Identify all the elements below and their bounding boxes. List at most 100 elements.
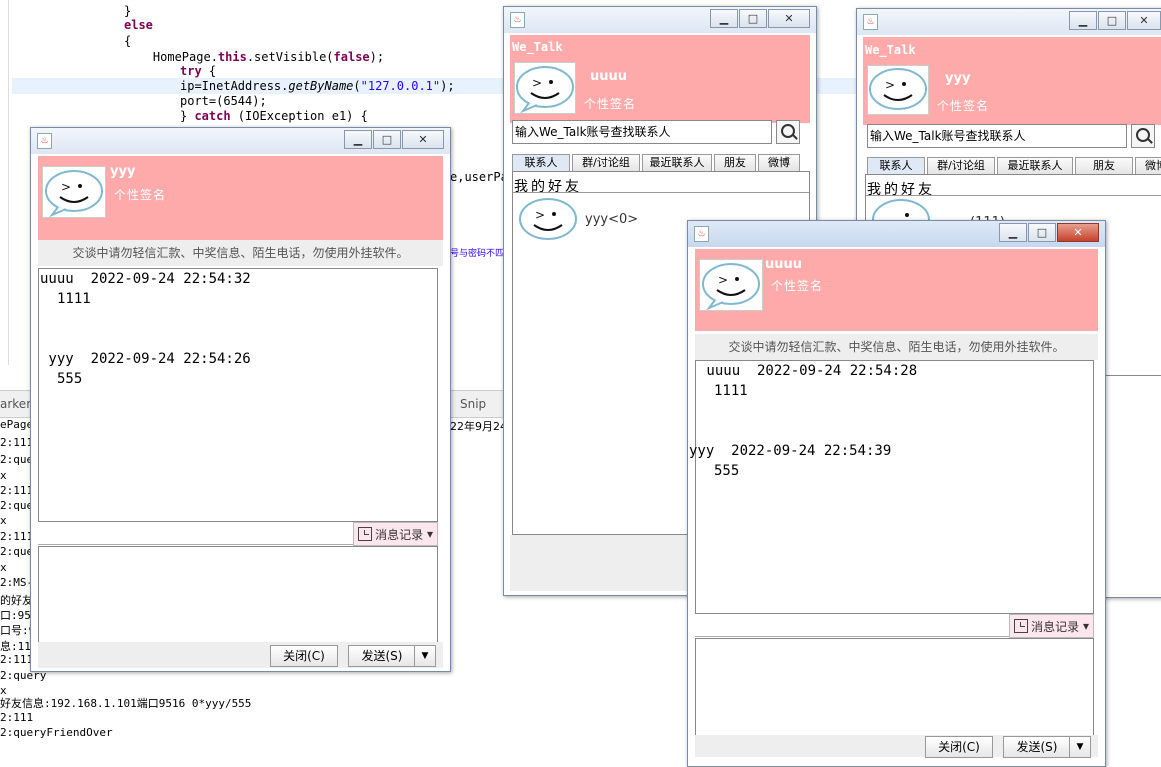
history-button[interactable]: 消息记录 ▾ [353, 522, 438, 546]
svg-text:>: > [61, 180, 71, 194]
contact-avatar[interactable]: > [699, 259, 763, 311]
safety-notice: 交谈中请勿轻信汇款、中奖信息、陌生电话，勿使用外挂软件。 [695, 334, 1098, 360]
message-header: yyy 2022-09-24 22:54:26 [40, 351, 251, 367]
contact-avatar[interactable]: > [42, 166, 106, 218]
username: uuuu [590, 69, 628, 84]
send-button[interactable]: 发送(S) [1003, 736, 1071, 758]
send-button[interactable]: 发送(S) [348, 645, 416, 667]
avatar[interactable]: > [514, 62, 576, 114]
smiley-icon: > [516, 66, 574, 113]
maximize-button[interactable]: □ [1028, 223, 1056, 242]
group-title[interactable]: 我的好友 [867, 179, 935, 199]
java-icon: ♨ [37, 133, 52, 149]
java-icon: ♨ [510, 12, 525, 28]
message-body: 1111 [57, 291, 91, 307]
clock-icon [358, 527, 373, 541]
message-body: 555 [714, 463, 740, 479]
console-line: x [0, 514, 7, 527]
message-history[interactable]: uuuu 2022-09-24 22:54:32 1111 yyy 2022-0… [38, 268, 438, 522]
close-button[interactable]: ✕ [768, 9, 810, 28]
tab-groups[interactable]: 群/讨论组 [572, 154, 640, 171]
friend-avatar[interactable]: > [517, 196, 579, 244]
contact-tabs: 联系人 群/讨论组 最近联系人 朋友 微博 [867, 157, 1161, 174]
friend-item[interactable]: yyy<0> [585, 212, 638, 227]
search-icon [1136, 128, 1150, 142]
search-icon [781, 124, 795, 138]
maximize-button[interactable]: □ [373, 130, 401, 149]
code-line: } [124, 4, 132, 18]
code-fragment: e,userPa [450, 170, 508, 184]
console-line: 2:111 [0, 711, 34, 724]
tab-friends[interactable]: 朋友 [1075, 157, 1133, 174]
brand-name: We_Talk [512, 40, 563, 54]
code-line: try { [180, 64, 217, 78]
action-bar: 关闭(C) 发送(S) ▼ [38, 642, 443, 668]
tab-snippets[interactable]: Snip [460, 397, 486, 411]
chat-header: > yyy 个性签名 [38, 156, 443, 240]
send-options-chevron-down-icon[interactable]: ▼ [414, 645, 436, 667]
console-line: x [0, 469, 7, 482]
minimize-button[interactable]: ▁ [344, 130, 372, 149]
tab-contacts[interactable]: 联系人 [512, 154, 570, 171]
smiley-icon: > [519, 198, 577, 240]
input-toolbar: 消息记录 ▾ [38, 522, 438, 546]
profile-header: We_Talk > uuuu 个性签名 [510, 35, 810, 123]
console-line: 2:MS- [0, 576, 34, 589]
contact-name: yyy [110, 164, 136, 179]
message-header: yyy 2022-09-24 22:54:39 [689, 443, 892, 459]
chat-window-uuuu: ♨ ▁ □ ✕ > uuuu 个性签名 交谈中请勿轻信汇款、中奖信息、陌生电话，… [687, 220, 1106, 767]
title-bar: ♨ ▁ □ ✕ [688, 221, 1105, 247]
minimize-button[interactable]: ▁ [710, 9, 738, 28]
signature[interactable]: 个性签名 [584, 95, 636, 112]
code-line: port=(6544); [180, 94, 267, 108]
message-body: 1111 [714, 383, 748, 399]
smiley-icon: > [869, 68, 927, 110]
message-input[interactable] [695, 638, 1094, 736]
code-line: } catch (IOException e1) { [180, 109, 368, 123]
tab-weibo[interactable]: 微博 [758, 154, 800, 171]
tab-groups[interactable]: 群/讨论组 [927, 157, 995, 174]
minimize-button[interactable]: ▁ [1069, 11, 1097, 30]
console-line: 好友信息:192.168.1.101端口9516 0*yyy/555 [0, 697, 252, 710]
chat-window-yyy: ♨ ▁ □ ✕ > yyy 个性签名 交谈中请勿轻信汇款、中奖信息、陌生电话，勿… [30, 127, 451, 672]
code-line: HomePage.this.setVisible(false); [124, 50, 385, 64]
search-input[interactable]: 输入We_Talk账号查找联系人 [867, 124, 1127, 148]
close-button[interactable]: ✕ [1057, 223, 1099, 242]
minimize-button[interactable]: ▁ [999, 223, 1027, 242]
safety-notice: 交谈中请勿轻信汇款、中奖信息、陌生电话，勿使用外挂软件。 [38, 240, 443, 266]
tab-friends[interactable]: 朋友 [714, 154, 756, 171]
input-toolbar: 消息记录 ▾ [695, 614, 1094, 638]
history-button[interactable]: 消息记录 ▾ [1009, 614, 1094, 638]
console-line: 2:que [0, 453, 34, 466]
maximize-button[interactable]: □ [739, 9, 767, 28]
svg-text:>: > [532, 76, 542, 90]
group-title[interactable]: 我的好友 [514, 176, 582, 196]
tab-recent[interactable]: 最近联系人 [997, 157, 1073, 174]
maximize-button[interactable]: □ [1098, 11, 1126, 30]
close-button[interactable]: ✕ [402, 130, 444, 149]
avatar[interactable]: > [867, 65, 929, 115]
date-fragment: 22年9月24 [450, 420, 507, 433]
close-button[interactable]: ✕ [1127, 11, 1161, 30]
search-input[interactable]: 输入We_Talk账号查找联系人 [512, 120, 772, 144]
editor-gutter [0, 0, 9, 365]
profile-header: We_Talk > yyy 个性签名 [863, 37, 1161, 125]
contact-tabs: 联系人 群/讨论组 最近联系人 朋友 微博 [512, 154, 802, 171]
search-button[interactable] [1131, 124, 1155, 148]
tab-markers[interactable]: arker [0, 397, 31, 411]
tab-recent[interactable]: 最近联系人 [642, 154, 712, 171]
code-fragment-string: 号与密码不匹 [450, 249, 505, 259]
tab-weibo[interactable]: 微博 [1135, 157, 1161, 174]
message-input[interactable] [38, 546, 438, 644]
title-bar: ♨ ▁ □ ✕ [31, 128, 450, 154]
close-chat-button[interactable]: 关闭(C) [270, 645, 338, 667]
message-body: 555 [57, 371, 83, 387]
search-button[interactable] [776, 120, 800, 144]
send-options-chevron-down-icon[interactable]: ▼ [1069, 736, 1091, 758]
signature[interactable]: 个性签名 [937, 97, 989, 114]
tab-contacts[interactable]: 联系人 [867, 157, 925, 174]
console-line: 2:111 [0, 653, 34, 666]
title-bar: ♨ ▁ □ ✕ [504, 7, 816, 33]
message-history[interactable]: uuuu 2022-09-24 22:54:28 1111 yyy 2022-0… [689, 360, 1094, 614]
close-chat-button[interactable]: 关闭(C) [925, 736, 993, 758]
